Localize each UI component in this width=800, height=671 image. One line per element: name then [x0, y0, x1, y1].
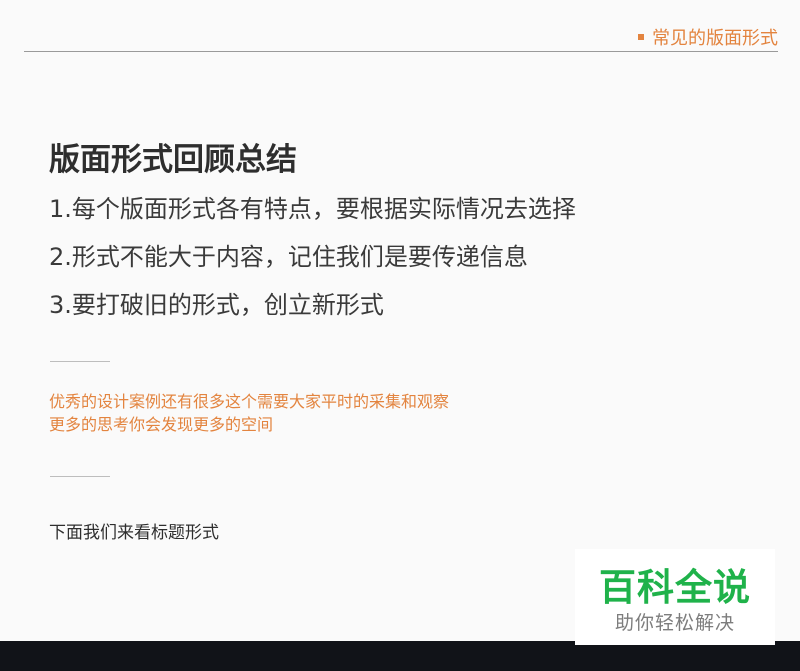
summary-point: 2.形式不能大于内容，记住我们是要传递信息: [49, 243, 528, 271]
watermark-logo: 百科全说 助你轻松解决: [575, 549, 775, 645]
short-divider: [50, 476, 110, 477]
short-divider: [50, 361, 110, 362]
page-title: 版面形式回顾总结: [49, 142, 297, 178]
highlight-note: 优秀的设计案例还有很多这个需要大家平时的采集和观察 更多的思考你会发现更多的空间: [49, 390, 449, 436]
summary-point: 3.要打破旧的形式，创立新形式: [49, 291, 384, 319]
watermark-subtitle: 助你轻松解决: [614, 612, 735, 634]
section-label: 常见的版面形式: [638, 24, 778, 50]
footer-bar: [0, 641, 800, 671]
summary-points: 1.每个版面形式各有特点，要根据实际情况去选择 2.形式不能大于内容，记住我们是…: [49, 192, 576, 336]
note-line: 更多的思考你会发现更多的空间: [49, 415, 274, 434]
top-divider: [24, 51, 778, 52]
section-label-text: 常见的版面形式: [652, 28, 778, 49]
bullet-square-icon: [638, 34, 644, 40]
note-line: 优秀的设计案例还有很多这个需要大家平时的采集和观察: [49, 392, 450, 411]
watermark-title: 百科全说: [599, 566, 751, 609]
summary-point: 1.每个版面形式各有特点，要根据实际情况去选择: [49, 195, 576, 223]
next-topic-text: 下面我们来看标题形式: [49, 523, 219, 543]
